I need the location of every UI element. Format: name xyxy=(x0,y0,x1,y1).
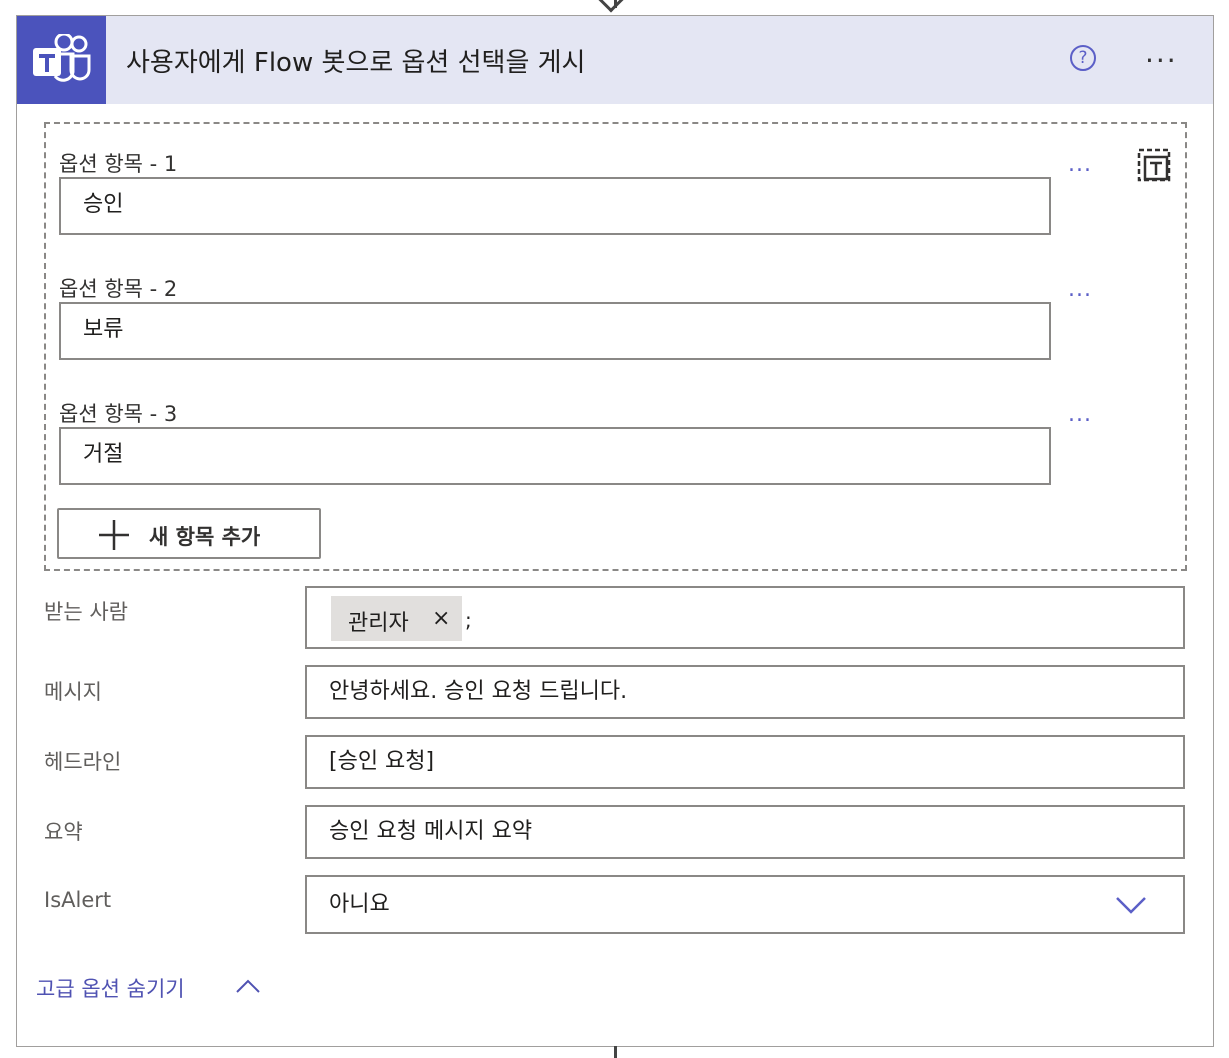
summary-field[interactable]: 승인 요청 메시지 요약 xyxy=(305,805,1185,859)
flow-connector-top xyxy=(614,0,617,8)
recipient-token-label: 관리자 xyxy=(348,611,409,636)
message-value: 안녕하세요. 승인 요청 드립니다. xyxy=(329,679,628,704)
option-label-3: 옵션 항목 - 3 xyxy=(59,402,178,426)
option-more-icon-2[interactable]: ... xyxy=(1068,277,1092,302)
action-card: 사용자에게 Flow 봇으로 옵션 선택을 게시 ? ... 옵션 항목 - 1… xyxy=(16,15,1214,1047)
option-input-1[interactable]: 승인 xyxy=(59,177,1051,235)
chevron-down-icon xyxy=(1116,897,1146,914)
action-header[interactable]: 사용자에게 Flow 봇으로 옵션 선택을 게시 ? ... xyxy=(17,16,1213,104)
chevron-up-icon[interactable] xyxy=(235,978,261,994)
summary-label: 요약 xyxy=(44,820,83,844)
recipient-separator: ; xyxy=(465,608,472,632)
headline-value: [승인 요청] xyxy=(329,749,435,774)
hide-advanced-options-link[interactable]: 고급 옵션 숨기기 xyxy=(36,973,185,1003)
more-options-icon[interactable]: ... xyxy=(1145,38,1178,68)
token-remove-icon[interactable]: × xyxy=(432,606,450,631)
add-new-item-button[interactable]: 새 항목 추가 xyxy=(57,508,321,559)
headline-label: 헤드라인 xyxy=(44,750,122,774)
teams-icon xyxy=(17,16,106,104)
message-field[interactable]: 안녕하세요. 승인 요청 드립니다. xyxy=(305,665,1185,719)
option-input-3[interactable]: 거절 xyxy=(59,427,1051,485)
add-new-item-label: 새 항목 추가 xyxy=(149,525,261,549)
flow-connector-bottom xyxy=(614,1046,617,1058)
option-label-1: 옵션 항목 - 1 xyxy=(59,152,178,176)
flow-connector-arrow xyxy=(595,0,627,13)
help-icon[interactable]: ? xyxy=(1070,45,1096,71)
option-more-icon-3[interactable]: ... xyxy=(1068,402,1092,427)
options-array: 옵션 항목 - 1 승인 ... 옵션 항목 - 2 보류 ... 옵션 항목 … xyxy=(44,122,1187,571)
isalert-dropdown[interactable]: 아니요 xyxy=(305,875,1185,934)
recipient-field[interactable]: 관리자 × ; xyxy=(305,586,1185,649)
action-title: 사용자에게 Flow 봇으로 옵션 선택을 게시 xyxy=(126,48,586,78)
isalert-label: IsAlert xyxy=(44,888,112,912)
isalert-value: 아니요 xyxy=(329,892,390,917)
recipient-token: 관리자 × xyxy=(331,596,462,641)
option-label-2: 옵션 항목 - 2 xyxy=(59,277,178,301)
switch-to-text-mode-icon[interactable] xyxy=(1137,148,1171,182)
option-more-icon-1[interactable]: ... xyxy=(1068,152,1092,177)
summary-value: 승인 요청 메시지 요약 xyxy=(329,819,533,844)
option-input-2[interactable]: 보류 xyxy=(59,302,1051,360)
plus-icon xyxy=(99,520,129,550)
message-label: 메시지 xyxy=(44,680,102,704)
recipient-label: 받는 사람 xyxy=(44,600,128,624)
headline-field[interactable]: [승인 요청] xyxy=(305,735,1185,789)
